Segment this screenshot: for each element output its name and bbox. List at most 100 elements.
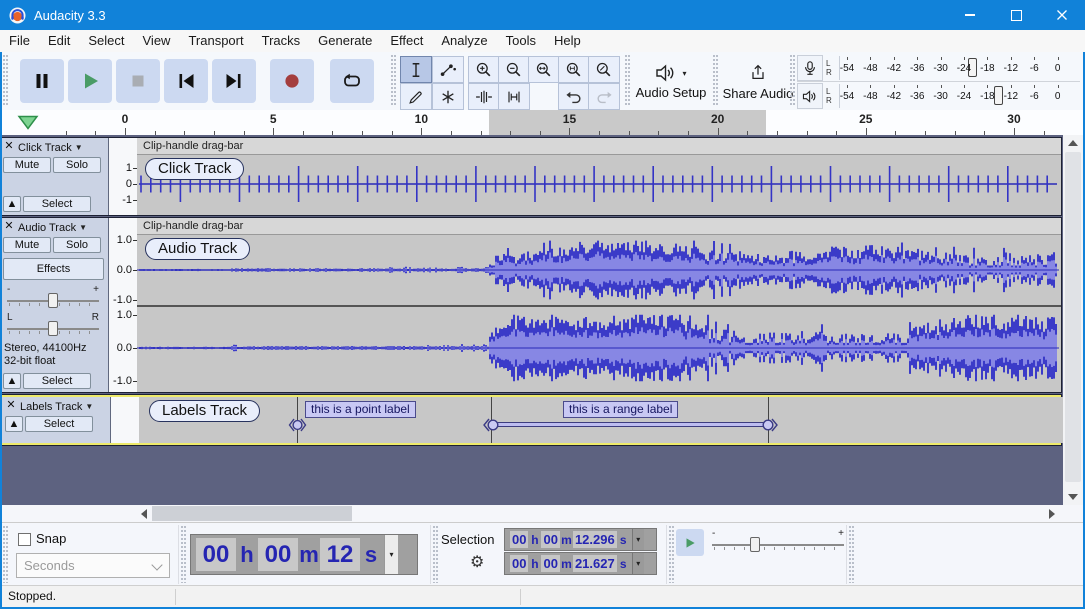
point-label-handle[interactable] xyxy=(286,416,309,434)
audio-setup-button[interactable]: ▾ Audio Setup xyxy=(634,57,708,107)
menu-edit[interactable]: Edit xyxy=(39,30,79,52)
track-name-pill[interactable]: Labels Track xyxy=(149,400,261,422)
zoom-in-button[interactable] xyxy=(468,56,500,83)
clip-drag-bar[interactable]: Clip-handle drag-bar xyxy=(137,138,1061,155)
snap-checkbox[interactable] xyxy=(18,533,31,546)
scroll-left-button[interactable] xyxy=(136,505,152,522)
track-click-clip[interactable]: Clip-handle drag-bar Click Track xyxy=(137,138,1061,215)
vertical-scrollbar[interactable] xyxy=(1063,135,1083,505)
skip-to-start-button[interactable] xyxy=(164,59,208,103)
time-digit[interactable]: 00 xyxy=(541,555,560,572)
menu-generate[interactable]: Generate xyxy=(309,30,381,52)
time-digit[interactable]: 12.296 xyxy=(572,531,617,548)
pause-button[interactable] xyxy=(20,59,64,103)
menu-transport[interactable]: Transport xyxy=(179,30,252,52)
range-label-left-handle[interactable] xyxy=(480,416,502,434)
close-button[interactable] xyxy=(1039,0,1085,30)
track-click[interactable]: ✕ Click Track ▼ Mute Solo ▲ Select 1 0 -1 xyxy=(0,137,1062,216)
time-digit[interactable]: 00 xyxy=(196,538,236,571)
collapse-button[interactable]: ▲ xyxy=(3,196,21,212)
select-button[interactable]: Select xyxy=(23,373,91,389)
collapse-button[interactable]: ▲ xyxy=(3,373,21,389)
mute-button[interactable]: Mute xyxy=(3,237,51,253)
scroll-right-button[interactable] xyxy=(1044,505,1060,522)
collapse-button[interactable]: ▲ xyxy=(5,416,23,432)
loop-button[interactable] xyxy=(330,59,374,103)
toolbar-gripper[interactable] xyxy=(668,526,675,583)
range-label-text[interactable]: this is a range label xyxy=(563,401,679,418)
effects-button[interactable]: Effects xyxy=(3,258,104,280)
toolbar-gripper[interactable] xyxy=(2,526,9,583)
vertical-scrollbar-thumb[interactable] xyxy=(1065,152,1081,482)
horizontal-scrollbar[interactable] xyxy=(0,505,1085,522)
track-labels[interactable]: ✕ Labels Track ▼ ▲ Select Labels Track t… xyxy=(0,394,1063,446)
toolbar-gripper[interactable] xyxy=(390,55,397,107)
recording-meter-scale[interactable]: -54 -48 -42 -36 -30 -24 -18 -12 -6 0 xyxy=(840,55,1080,81)
track-audio[interactable]: ✕ Audio Track ▼ Mute Solo Effects - + L R xyxy=(0,217,1062,393)
track-labels-content[interactable]: Labels Track this is a point label this … xyxy=(139,397,1063,443)
menu-select[interactable]: Select xyxy=(79,30,133,52)
maximize-button[interactable] xyxy=(993,0,1039,30)
zoom-toggle-button[interactable] xyxy=(588,56,620,83)
timeline-ruler[interactable]: 0 5 10 15 20 25 30 xyxy=(0,110,1085,136)
redo-button[interactable] xyxy=(588,83,620,110)
track-labels-header[interactable]: ✕ Labels Track ▼ ▲ Select xyxy=(2,397,111,443)
point-label-text[interactable]: this is a point label xyxy=(305,401,416,418)
selection-settings-gear-icon[interactable]: ⚙ xyxy=(470,552,484,572)
menu-file[interactable]: File xyxy=(0,30,39,52)
track-title-menu[interactable]: Labels Track ▼ xyxy=(20,399,108,414)
skip-to-end-button[interactable] xyxy=(212,59,256,103)
audio-waveform-left[interactable] xyxy=(137,235,1061,305)
time-digit[interactable]: 00 xyxy=(541,531,560,548)
range-label-right-handle[interactable] xyxy=(759,416,781,434)
draw-tool-button[interactable] xyxy=(400,83,432,110)
trim-audio-button[interactable] xyxy=(468,83,500,110)
select-button[interactable]: Select xyxy=(25,416,93,432)
menu-analyze[interactable]: Analyze xyxy=(432,30,496,52)
share-audio-button[interactable]: Share Audio xyxy=(722,57,794,107)
selection-end-display[interactable]: 00 h 00 m 21.627 s ▾ xyxy=(504,552,657,575)
track-name-pill[interactable]: Click Track xyxy=(145,158,245,180)
stop-button[interactable] xyxy=(116,59,160,103)
toolbar-gripper[interactable] xyxy=(432,526,439,583)
track-close-button[interactable]: ✕ xyxy=(2,220,16,234)
snap-units-dropdown[interactable]: Seconds xyxy=(16,553,170,578)
playback-meter[interactable]: LR -54 -48 -42 -36 -30 -24 -18 -12 -6 0 xyxy=(797,83,1080,109)
vertical-scale[interactable]: 1 0 -1 xyxy=(109,138,138,215)
playback-level-slider[interactable] xyxy=(994,86,1003,105)
time-format-dropdown[interactable]: ▾ xyxy=(631,529,644,550)
track-title-menu[interactable]: Click Track ▼ xyxy=(18,140,106,155)
pan-slider-thumb[interactable] xyxy=(48,321,58,336)
undo-button[interactable] xyxy=(558,83,590,110)
track-name-pill[interactable]: Audio Track xyxy=(145,238,251,260)
play-at-speed-button[interactable] xyxy=(676,529,704,556)
solo-button[interactable]: Solo xyxy=(53,237,101,253)
envelope-tool-button[interactable] xyxy=(432,56,464,83)
silence-audio-button[interactable] xyxy=(498,83,530,110)
play-button[interactable] xyxy=(68,59,112,103)
time-digit[interactable]: 21.627 xyxy=(572,555,617,572)
menu-view[interactable]: View xyxy=(134,30,180,52)
time-digit[interactable]: 12 xyxy=(320,538,360,571)
track-click-header[interactable]: ✕ Click Track ▼ Mute Solo ▲ Select xyxy=(0,138,109,215)
scroll-down-button[interactable] xyxy=(1063,489,1083,505)
toolbar-gripper[interactable] xyxy=(180,526,187,583)
selection-tool-button[interactable] xyxy=(400,56,432,83)
horizontal-scrollbar-thumb[interactable] xyxy=(152,506,352,521)
fit-selection-button[interactable] xyxy=(528,56,560,83)
fit-project-button[interactable] xyxy=(558,56,590,83)
toolbar-gripper[interactable] xyxy=(624,55,631,107)
audio-waveform-right[interactable] xyxy=(137,307,1061,390)
time-format-dropdown[interactable]: ▾ xyxy=(631,553,644,574)
vertical-scale[interactable]: 1.0 0.0 -1.0 1.0 0.0 -1.0 xyxy=(109,218,138,392)
click-track-waveform[interactable] xyxy=(137,155,1061,213)
solo-button[interactable]: Solo xyxy=(53,157,101,173)
track-close-button[interactable]: ✕ xyxy=(2,140,16,154)
time-digit[interactable]: 00 xyxy=(510,555,529,572)
menu-tools[interactable]: Tools xyxy=(497,30,545,52)
record-button[interactable] xyxy=(270,59,314,103)
audio-position-display[interactable]: 00 h 00 m 12 s ▾ xyxy=(190,534,418,575)
toolbar-gripper[interactable] xyxy=(848,526,855,583)
minimize-button[interactable] xyxy=(947,0,993,30)
track-audio-clip[interactable]: Clip-handle drag-bar Audio Track xyxy=(137,218,1061,392)
